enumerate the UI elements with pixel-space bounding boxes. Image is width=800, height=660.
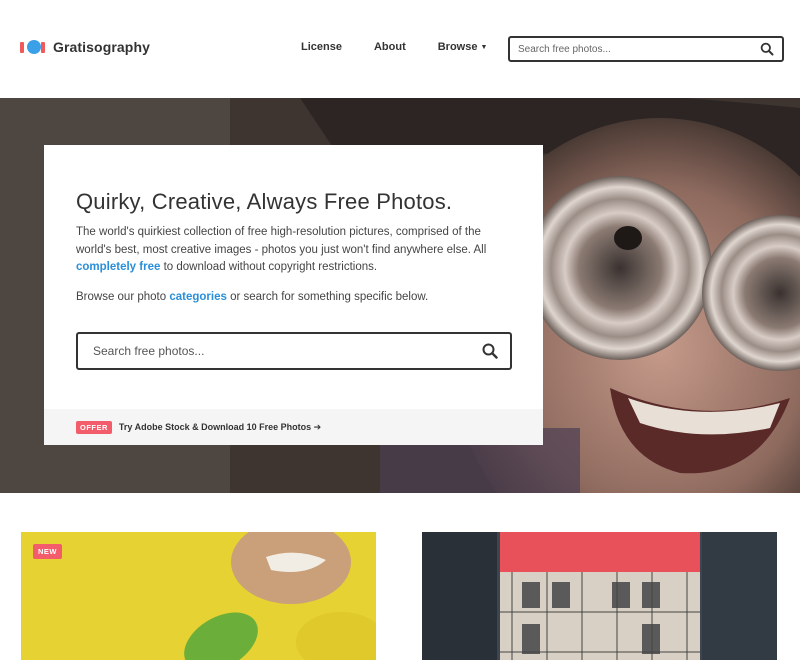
hero-title: Quirky, Creative, Always Free Photos. (76, 189, 453, 214)
nav-browse[interactable]: Browse ▼ (438, 41, 488, 53)
header-search-box (508, 36, 784, 62)
browse-prefix: Browse our photo (76, 291, 167, 303)
photo-thumbnail (422, 532, 777, 660)
hero-browse-text: Browse our photo categories or search fo… (76, 291, 428, 303)
hero-search-box (76, 332, 512, 370)
photo-card[interactable]: NEW (21, 532, 376, 660)
completely-free-link[interactable]: completely free (76, 261, 160, 273)
nav-license[interactable]: License (301, 41, 342, 53)
nav-about[interactable]: About (374, 41, 406, 53)
offer-badge: OFFER (76, 420, 112, 434)
hero-search-input[interactable] (78, 334, 468, 368)
hero-card: Quirky, Creative, Always Free Photos. Th… (44, 145, 543, 445)
browse-suffix: or search for something specific below. (230, 291, 429, 303)
offer-text: Try Adobe Stock & Download 10 Free Photo… (118, 421, 312, 432)
hero-description: The world's quirkiest collection of free… (76, 224, 516, 277)
hero-section: Quirky, Creative, Always Free Photos. Th… (0, 98, 800, 493)
search-icon[interactable] (482, 343, 498, 359)
adobe-stock-offer-link[interactable]: Try Adobe Stock & Download 10 Free Photo… (119, 422, 321, 433)
main-nav: License About Browse ▼ (301, 41, 487, 53)
brand-name: Gratisography (53, 39, 150, 55)
hero-desc-main: The world's quirkiest collection of free… (76, 226, 487, 256)
caret-down-icon: ▼ (480, 44, 488, 51)
categories-link[interactable]: categories (169, 291, 227, 303)
site-header: Gratisography License About Browse ▼ (0, 0, 800, 98)
arrow-right-icon: ➔ (313, 421, 322, 432)
logo-icon (20, 37, 45, 57)
offer-bar: OFFER Try Adobe Stock & Download 10 Free… (44, 409, 543, 445)
search-icon[interactable] (760, 42, 774, 56)
header-search-input[interactable] (510, 43, 750, 55)
logo-link[interactable]: Gratisography (20, 37, 150, 57)
photo-thumbnail (21, 532, 376, 660)
new-badge: NEW (33, 544, 62, 559)
hero-desc-tail: to download without copyright restrictio… (163, 261, 378, 273)
nav-browse-label: Browse (437, 41, 478, 53)
photo-card[interactable] (422, 532, 777, 660)
